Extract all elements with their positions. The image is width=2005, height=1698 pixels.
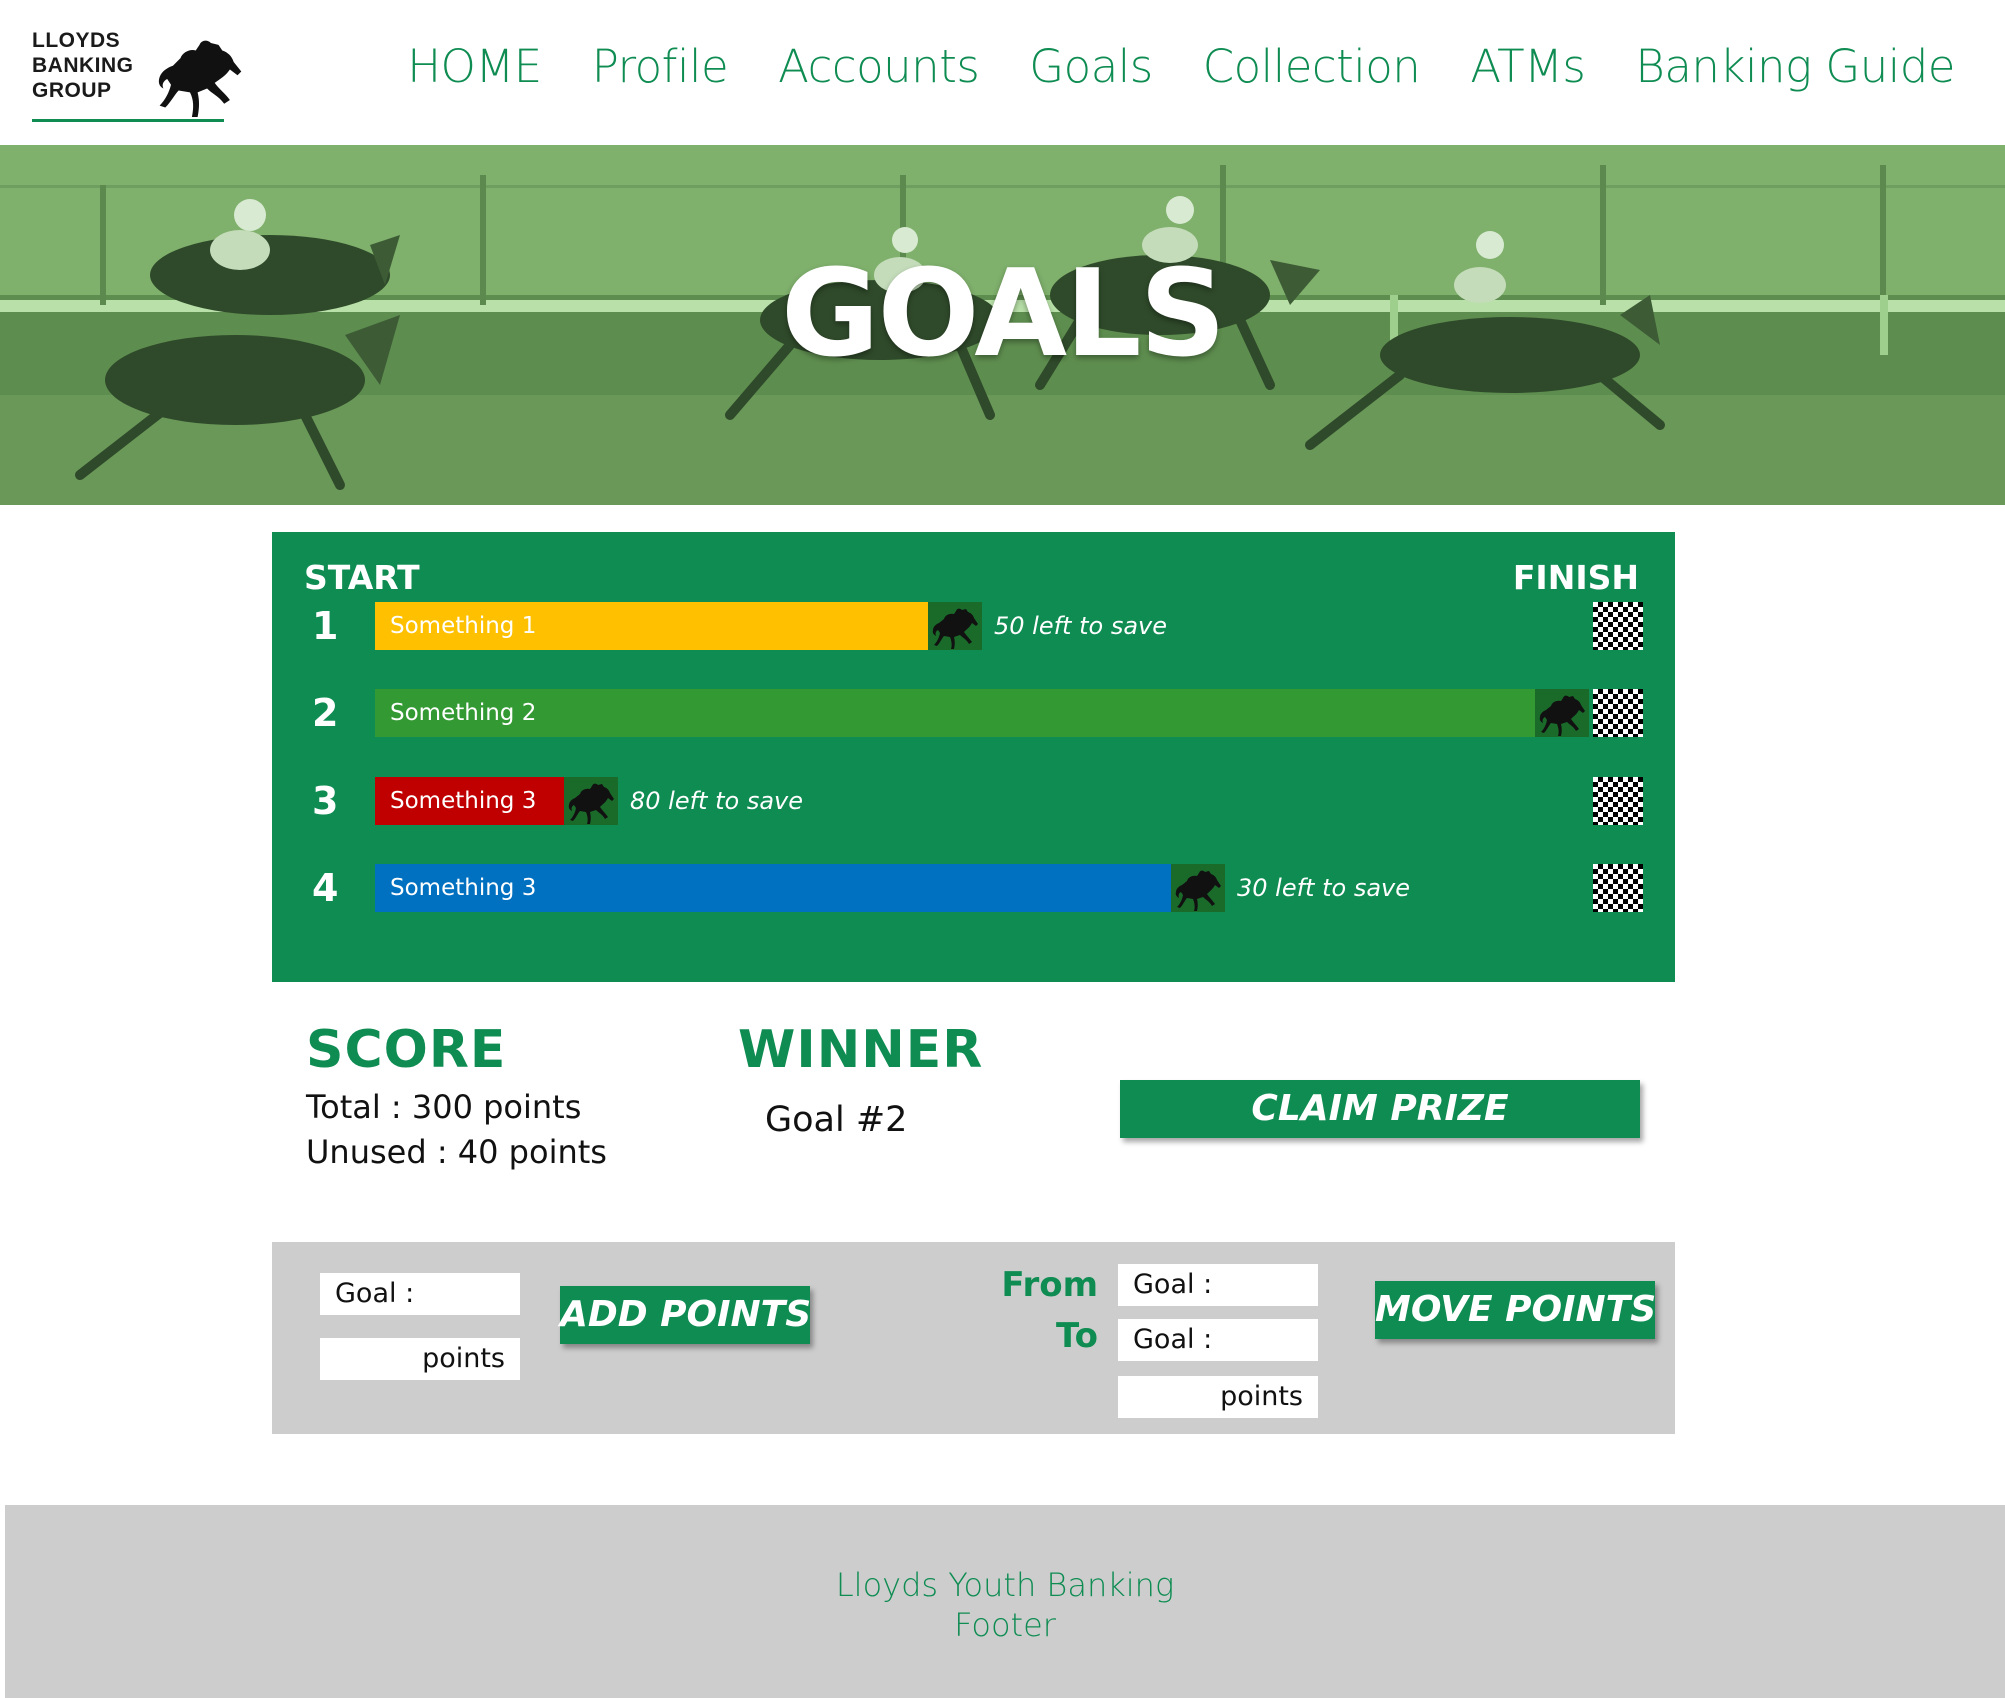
nav-goals[interactable]: Goals: [1029, 40, 1153, 93]
score-heading: SCORE: [306, 1020, 507, 1080]
checkered-flag-icon: [1593, 777, 1643, 825]
footer-line-2: Footer: [954, 1606, 1056, 1644]
race-lane: 3 Something 3 80 left to save: [272, 775, 1675, 827]
goal-label: Something 3: [390, 788, 537, 814]
hero-banner: GOALS: [0, 145, 2005, 505]
nav-accounts[interactable]: Accounts: [778, 40, 980, 93]
amount-left-text: 80 left to save: [630, 787, 803, 815]
nav-banking-guide[interactable]: Banking Guide: [1635, 40, 1955, 93]
nav-atms[interactable]: ATMs: [1470, 40, 1586, 93]
from-label: From: [1001, 1265, 1098, 1305]
finish-label: FINISH: [1512, 558, 1639, 597]
logo-line-1: LLOYDS: [32, 29, 121, 52]
horse-logo-icon: [158, 40, 242, 118]
goal-progress-bar[interactable]: Something 3: [375, 864, 1171, 912]
add-points-button[interactable]: ADD POINTS: [560, 1286, 811, 1344]
goals-race-track: START FINISH 1 Something 1 50 left to save…: [272, 532, 1675, 982]
goal-label: Something 3: [390, 875, 537, 901]
lane-number: 2: [312, 691, 339, 735]
site-header: LLOYDS BANKING GROUP HOME Profile Accoun…: [0, 0, 2005, 145]
race-lane: 1 Something 1 50 left to save: [272, 600, 1675, 652]
horse-marker-icon: [1535, 689, 1589, 737]
race-lane: 4 Something 3 30 left to save: [272, 862, 1675, 914]
winner-value: Goal #2: [765, 1100, 908, 1140]
winner-heading: WINNER: [738, 1020, 984, 1080]
claim-prize-button[interactable]: CLAIM PRIZE: [1120, 1080, 1640, 1138]
score-total: Total : 300 points: [306, 1088, 582, 1126]
checkered-flag-icon: [1593, 602, 1643, 650]
checkered-flag-icon: [1593, 864, 1643, 912]
goal-progress-bar[interactable]: Something 3: [375, 777, 564, 825]
footer-text: Lloyds Youth Banking Footer: [5, 1565, 2005, 1645]
horse-marker-icon: [1171, 864, 1225, 912]
goal-progress-bar[interactable]: Something 1: [375, 602, 928, 650]
logo-line-2: BANKING: [32, 54, 134, 77]
horse-marker-icon: [928, 602, 982, 650]
race-lane: 2 Something 2: [272, 687, 1675, 739]
nav-home[interactable]: HOME: [407, 40, 542, 93]
horse-marker-icon: [564, 777, 618, 825]
site-footer: Lloyds Youth Banking Footer: [5, 1505, 2005, 1698]
logo-line-3: GROUP: [32, 79, 112, 102]
amount-left-text: 30 left to save: [1237, 874, 1410, 902]
add-goal-field[interactable]: Goal :: [320, 1273, 520, 1315]
move-points-field[interactable]: points: [1118, 1376, 1318, 1418]
move-to-goal-field[interactable]: Goal :: [1118, 1319, 1318, 1361]
lloyds-logo[interactable]: LLOYDS BANKING GROUP: [32, 28, 247, 128]
lane-number: 1: [312, 604, 339, 648]
nav-profile[interactable]: Profile: [592, 40, 729, 93]
goal-label: Something 1: [390, 613, 537, 639]
score-unused: Unused : 40 points: [306, 1133, 607, 1171]
page-title: GOALS: [780, 245, 1226, 384]
footer-line-1: Lloyds Youth Banking: [835, 1566, 1175, 1604]
move-points-button[interactable]: MOVE POINTS: [1375, 1281, 1656, 1339]
amount-left-text: 50 left to save: [994, 612, 1167, 640]
logo-text: LLOYDS BANKING GROUP: [32, 28, 134, 103]
goal-label: Something 2: [390, 700, 537, 726]
lane-number: 3: [312, 779, 339, 823]
add-points-field[interactable]: points: [320, 1338, 520, 1380]
logo-underline: [32, 119, 224, 122]
main-nav: HOME Profile Accounts Goals Collection A…: [407, 40, 1955, 93]
start-label: START: [304, 558, 420, 597]
goal-progress-bar[interactable]: Something 2: [375, 689, 1535, 737]
lane-number: 4: [312, 866, 339, 910]
nav-collection[interactable]: Collection: [1203, 40, 1421, 93]
move-from-goal-field[interactable]: Goal :: [1118, 1264, 1318, 1306]
checkered-flag-icon: [1593, 689, 1643, 737]
to-label: To: [1055, 1316, 1098, 1356]
